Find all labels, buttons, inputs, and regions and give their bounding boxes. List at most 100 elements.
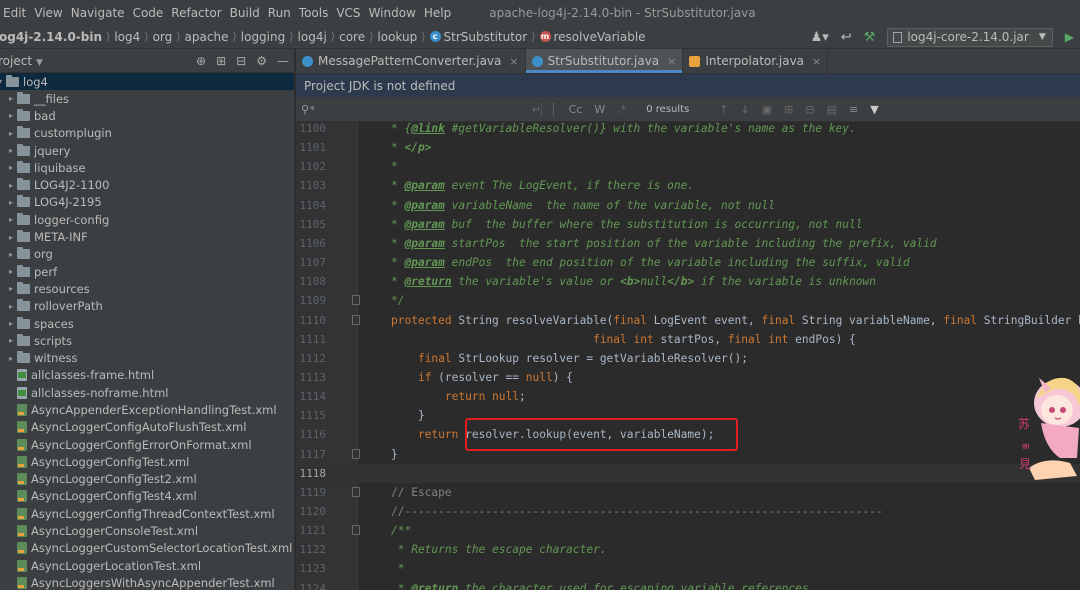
tree-folder[interactable]: ▸ jquery	[0, 142, 294, 159]
menu-edit[interactable]: Edit	[0, 6, 30, 20]
tree-file[interactable]: AsyncLoggerConsoleTest.xml	[0, 522, 294, 539]
chevron-right-icon[interactable]: ▸	[5, 146, 17, 155]
breadcrumb-item[interactable]: apache	[185, 30, 229, 44]
tree-folder[interactable]: ▸ LOG4J2-1100	[0, 176, 294, 193]
chevron-right-icon[interactable]: ▸	[5, 336, 17, 345]
breadcrumb-item[interactable]: org	[153, 30, 173, 44]
tree-folder[interactable]: ▸ rolloverPath	[0, 298, 294, 315]
previous-occurrence-icon[interactable]: ↑	[713, 103, 734, 116]
menu-window[interactable]: Window	[365, 6, 420, 20]
menu-refactor[interactable]: Refactor	[167, 6, 225, 20]
chevron-right-icon[interactable]: ▸	[5, 284, 17, 293]
tree-folder[interactable]: ▸ resources	[0, 280, 294, 297]
chevron-right-icon[interactable]: ▸	[5, 233, 17, 242]
breadcrumb-item[interactable]: log4j	[298, 30, 327, 44]
add-occurrence-icon[interactable]: ⊞	[778, 103, 799, 116]
tree-file[interactable]: AsyncLoggerConfigAutoFlushTest.xml	[0, 419, 294, 436]
fold-icon[interactable]	[352, 295, 360, 306]
jdk-notice[interactable]: Project JDK is not defined	[296, 74, 1080, 97]
menu-tools[interactable]: Tools	[295, 6, 333, 20]
gear-icon[interactable]: ⚙	[251, 54, 272, 68]
tree-file[interactable]: AsyncLoggerConfigTest.xml	[0, 453, 294, 470]
breadcrumb-item[interactable]: lookup	[377, 30, 417, 44]
chevron-right-icon[interactable]: ▸	[5, 111, 17, 120]
breadcrumb-item[interactable]: og4j-2.14.0-bin	[0, 30, 102, 44]
menu-build[interactable]: Build	[226, 6, 264, 20]
remove-occurrence-icon[interactable]: ⊟	[799, 103, 820, 116]
chevron-right-icon[interactable]: ▸	[5, 250, 17, 259]
breadcrumb-item[interactable]: c StrSubstitutor	[429, 30, 527, 44]
words-toggle[interactable]: W	[588, 103, 611, 116]
fold-icon[interactable]	[352, 448, 360, 459]
chevron-right-icon[interactable]: ▸	[5, 302, 17, 311]
tree-folder[interactable]: ▸ liquibase	[0, 159, 294, 176]
chevron-right-icon[interactable]: ▸	[5, 181, 17, 190]
tree-file[interactable]: AsyncLoggerLocationTest.xml	[0, 557, 294, 574]
tree-file[interactable]: AsyncAppenderExceptionHandlingTest.xml	[0, 401, 294, 418]
chevron-right-icon[interactable]: ▸	[5, 94, 17, 103]
menu-code[interactable]: Code	[129, 6, 168, 20]
user-icon[interactable]: ♟▾	[805, 30, 835, 45]
breadcrumb-item[interactable]: log4	[114, 30, 140, 44]
menu-navigate[interactable]: Navigate	[67, 6, 129, 20]
fold-icon[interactable]	[352, 314, 360, 325]
build-hammer-icon[interactable]: ⚒	[858, 30, 882, 45]
tree-file[interactable]: AsyncLoggerConfigThreadContextTest.xml	[0, 505, 294, 522]
hide-icon[interactable]: —	[272, 54, 294, 68]
fold-icon[interactable]	[352, 486, 360, 497]
chevron-right-icon[interactable]: ▸	[5, 267, 17, 276]
tree-folder[interactable]: ▸ org	[0, 246, 294, 263]
tree-folder[interactable]: ▸ witness	[0, 349, 294, 366]
chevron-right-icon[interactable]: ▸	[5, 354, 17, 363]
tree-folder[interactable]: ▸ perf	[0, 263, 294, 280]
tree-folder[interactable]: ▸ bad	[0, 107, 294, 124]
tree-file[interactable]: AsyncLoggerConfigTest2.xml	[0, 471, 294, 488]
fold-icon[interactable]	[352, 525, 360, 536]
breadcrumb-item[interactable]: logging	[241, 30, 285, 44]
select-occurrences-icon[interactable]: ▤	[821, 103, 843, 116]
options-icon[interactable]: ≡	[843, 103, 864, 116]
tree-folder[interactable]: ▸ __files	[0, 90, 294, 107]
run-icon[interactable]: ▶	[1059, 30, 1080, 44]
close-icon[interactable]: ×	[812, 55, 821, 68]
editor-tab[interactable]: MessagePatternConverter.java ×	[296, 49, 526, 73]
project-view-selector[interactable]: roject ▼	[0, 54, 43, 68]
vcs-arrow-icon[interactable]: ↩	[835, 30, 858, 45]
expand-all-icon[interactable]: ⊞	[211, 54, 231, 68]
locate-icon[interactable]: ⊕	[191, 54, 211, 68]
tree-root[interactable]: ▾log4	[0, 73, 294, 90]
menu-vcs[interactable]: VCS	[332, 6, 364, 20]
tree-folder[interactable]: ▸ logger-config	[0, 211, 294, 228]
breadcrumb-item[interactable]: m resolveVariable	[539, 30, 646, 44]
next-occurrence-icon[interactable]: ↓	[735, 103, 756, 116]
chevron-right-icon[interactable]: ▸	[5, 198, 17, 207]
tree-file[interactable]: AsyncLoggerConfigErrorOnFormat.xml	[0, 436, 294, 453]
run-configuration-select[interactable]: log4j-core-2.14.0.jar ▼	[887, 27, 1053, 47]
tree-folder[interactable]: ▸ LOG4J-2195	[0, 194, 294, 211]
chevron-right-icon[interactable]: ▸	[5, 319, 17, 328]
close-icon[interactable]: ×	[667, 55, 676, 68]
filter-icon[interactable]: ▼	[864, 103, 884, 116]
menu-run[interactable]: Run	[264, 6, 295, 20]
tree-file[interactable]: AsyncLoggerCustomSelectorLocationTest.xm…	[0, 540, 294, 557]
newline-icon[interactable]: ↵	[532, 103, 541, 116]
tree-folder[interactable]: ▸ customplugin	[0, 125, 294, 142]
match-case-toggle[interactable]: Cc	[563, 103, 589, 116]
tree-file[interactable]: AsyncLoggersWithAsyncAppenderTest.xml	[0, 574, 294, 590]
chevron-right-icon[interactable]: ▸	[5, 163, 17, 172]
tree-folder[interactable]: ▸ scripts	[0, 332, 294, 349]
code-editor[interactable]: 1100 * {@link #getVariableResolver()} wit…	[296, 122, 1080, 590]
search-input[interactable]: ⚲ ▾ ↵	[301, 103, 541, 116]
tree-file[interactable]: allclasses-frame.html	[0, 367, 294, 384]
menu-view[interactable]: View	[30, 6, 66, 20]
tree-folder[interactable]: ▸ spaces	[0, 315, 294, 332]
menu-help[interactable]: Help	[420, 6, 455, 20]
tree-folder[interactable]: ▸ META-INF	[0, 228, 294, 245]
collapse-all-icon[interactable]: ⊟	[231, 54, 251, 68]
chevron-right-icon[interactable]: ▸	[5, 215, 17, 224]
close-icon[interactable]: ×	[509, 55, 518, 68]
regex-toggle[interactable]: .*	[611, 103, 632, 116]
breadcrumb-item[interactable]: core	[339, 30, 365, 44]
tree-file[interactable]: AsyncLoggerConfigTest4.xml	[0, 488, 294, 505]
editor-tab[interactable]: Interpolator.java ×	[683, 49, 829, 73]
